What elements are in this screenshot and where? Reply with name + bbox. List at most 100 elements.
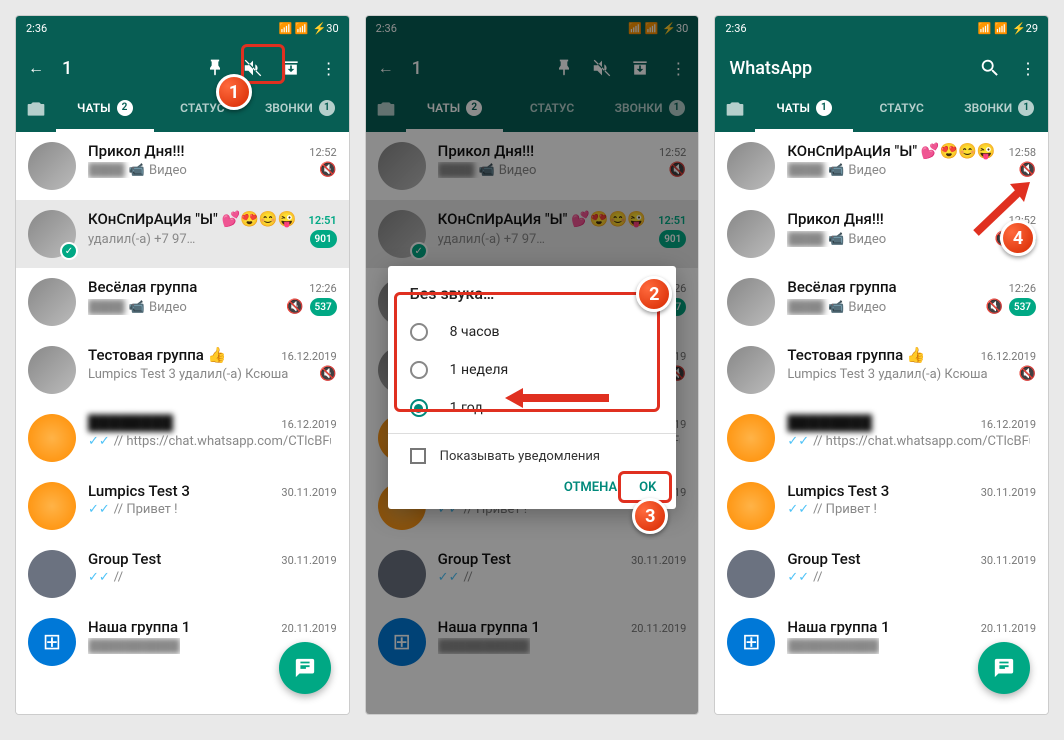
chat-name: КОнСпИрАцИя "Ы" 💕😍😊😜 [787,142,995,160]
phone-screen-3: 2:36 📶 📶 ⚡29 WhatsApp ⋮ ЧАТЫ1 СТАТУС ЗВО… [714,15,1049,715]
chat-time: 12:26 [309,282,336,295]
unread-badge: 901 [310,230,337,248]
tab-calls[interactable]: ЗВОНКИ1 [251,86,349,132]
chat-row[interactable]: Тестовая группа 👍 16.12.2019 Lumpics Tes… [16,336,349,404]
chat-row[interactable]: Весёлая группа 12:26 ████ 📹 Видео 🔇 537 [715,268,1048,336]
chat-preview: ✓✓ // Привет ! [88,502,178,517]
tab-calls[interactable]: ЗВОНКИ1 [950,86,1048,132]
chat-time: 12:51 [309,214,337,227]
clock: 2:36 [26,22,47,35]
chat-preview: ████ 📹 Видео [88,162,187,178]
chat-time: 30.11.2019 [981,554,1036,567]
camera-tab[interactable] [715,99,755,119]
chat-time: 16.12.2019 [281,418,336,431]
muted-icon: 🔇 [1019,162,1036,178]
callout-1: 1 [216,74,252,110]
selection-header: ← 1 ⋮ [16,40,349,86]
muted-icon: 🔇 [319,162,336,178]
more-icon[interactable]: ⋮ [317,56,341,80]
chat-preview: Lumpics Test 3 удалил(-а) Ксюша [88,367,288,382]
status-icons: 📶 📶 ⚡29 [978,22,1038,35]
chat-preview: ✓✓ // [787,570,822,585]
selection-count: 1 [62,58,189,79]
chat-name: Тестовая группа 👍 [787,346,925,364]
chat-name: КОнСпИрАцИя "Ы" 💕😍😊😜 [88,210,296,228]
chat-preview: ████ 📹 Видео [787,299,886,315]
chat-preview: ████ 📹 Видео [787,162,886,178]
clock: 2:36 [725,22,746,35]
phone-screen-1: 2:36 📶 📶 ⚡30 ← 1 ⋮ ЧАТЫ2 СТАТУС ЗВОНКИ1 … [15,15,350,715]
main-header: WhatsApp ⋮ [715,40,1048,86]
back-icon[interactable]: ← [24,56,48,80]
chat-name: Наша группа 1 [787,618,889,636]
chat-time: 12:26 [1009,282,1036,295]
chat-row[interactable]: Весёлая группа 12:26 ████ 📹 Видео 🔇 537 [16,268,349,336]
tab-bar: ЧАТЫ2 СТАТУС ЗВОНКИ1 [16,86,349,132]
muted-icon: 🔇 [286,299,303,315]
callout-4: 4 [1000,220,1036,256]
chat-time: 12:58 [1009,146,1036,159]
chat-time: 30.11.2019 [281,486,336,499]
cancel-button[interactable]: ОТМЕНА [564,480,617,495]
tab-chats[interactable]: ЧАТЫ1 [755,86,853,132]
phone-screen-2: 2:36 📶 📶 ⚡30 ← 1 ⋮ ЧАТЫ2 СТАТУС ЗВОНКИ1 … [365,15,700,715]
chat-row[interactable]: ✓ КОнСпИрАцИя "Ы" 💕😍😊😜 12:51 удалил(-а) … [16,200,349,268]
chat-name: Тестовая группа 👍 [88,346,226,364]
muted-icon: 🔇 [1019,366,1036,382]
chat-time: 16.12.2019 [281,350,336,363]
chat-time: 16.12.2019 [981,418,1036,431]
chat-preview: ✓✓ // [88,570,123,585]
muted-icon: 🔇 [319,366,336,382]
chat-row[interactable]: Group Test 30.11.2019 ✓✓ // [16,540,349,608]
chat-time: 12:52 [309,146,336,159]
tab-bar: ЧАТЫ1 СТАТУС ЗВОНКИ1 [715,86,1048,132]
tab-status[interactable]: СТАТУС [853,86,951,132]
chat-name: Group Test [787,550,860,568]
chat-preview: ████ 📹 Видео [787,231,886,247]
chat-time: 30.11.2019 [281,554,336,567]
chat-name: Весёлая группа [88,278,197,296]
chat-preview: ██████████ [787,638,879,654]
status-bar: 2:36 📶 📶 ⚡29 [715,16,1048,40]
chat-name: Прикол Дня!!! [787,210,883,228]
unread-badge: 537 [310,298,337,316]
status-bar: 2:36 📶 📶 ⚡30 [16,16,349,40]
chat-name: Весёлая группа [787,278,896,296]
chat-row[interactable]: ████████ 16.12.2019 ✓✓ // https://chat.w… [16,404,349,472]
chat-time: 20.11.2019 [981,622,1036,635]
chat-preview: ✓✓ // https://chat.whatsapp.com/CTlcBFu… [88,434,331,449]
chat-name: Прикол Дня!!! [88,142,184,160]
chat-row[interactable]: Lumpics Test 3 30.11.2019 ✓✓ // Привет ! [715,472,1048,540]
chat-row[interactable]: Тестовая группа 👍 16.12.2019 Lumpics Tes… [715,336,1048,404]
show-notifications-checkbox[interactable]: Показывать уведомления [388,440,677,472]
chat-list[interactable]: Прикол Дня!!! 12:52 ████ 📹 Видео 🔇 ✓ КОн… [16,132,349,714]
chat-name: Наша группа 1 [88,618,190,636]
chat-row[interactable]: Lumpics Test 3 30.11.2019 ✓✓ // Привет ! [16,472,349,540]
camera-tab[interactable] [16,99,56,119]
status-icons: 📶 📶 ⚡30 [278,22,338,35]
chat-time: 16.12.2019 [981,350,1036,363]
chat-name: Lumpics Test 3 [88,482,190,500]
chat-name: ████████ [88,414,173,432]
tab-chats[interactable]: ЧАТЫ2 [56,86,154,132]
unread-badge: 537 [1009,298,1036,316]
chat-name: ████████ [787,414,872,432]
more-icon[interactable]: ⋮ [1016,56,1040,80]
chat-name: Group Test [88,550,161,568]
chat-preview: ✓✓ // Привет ! [787,502,877,517]
arrow-icon [501,386,611,410]
chat-row[interactable]: Прикол Дня!!! 12:52 ████ 📹 Видео 🔇 [16,132,349,200]
app-title: WhatsApp [723,58,964,79]
divider [388,433,677,434]
chat-row[interactable]: ████████ 16.12.2019 ✓✓ // https://chat.w… [715,404,1048,472]
new-chat-fab[interactable] [279,642,331,694]
highlight-mute-button [241,44,285,84]
muted-icon: 🔇 [985,299,1002,315]
chat-preview: Lumpics Test 3 удалил(-а) Ксюша [787,367,987,382]
chat-row[interactable]: Group Test 30.11.2019 ✓✓ // [715,540,1048,608]
new-chat-fab[interactable] [978,642,1030,694]
chat-time: 30.11.2019 [981,486,1036,499]
chat-time: 20.11.2019 [281,622,336,635]
chat-preview: удалил(-а) +7 97… [88,232,195,247]
search-icon[interactable] [978,56,1002,80]
